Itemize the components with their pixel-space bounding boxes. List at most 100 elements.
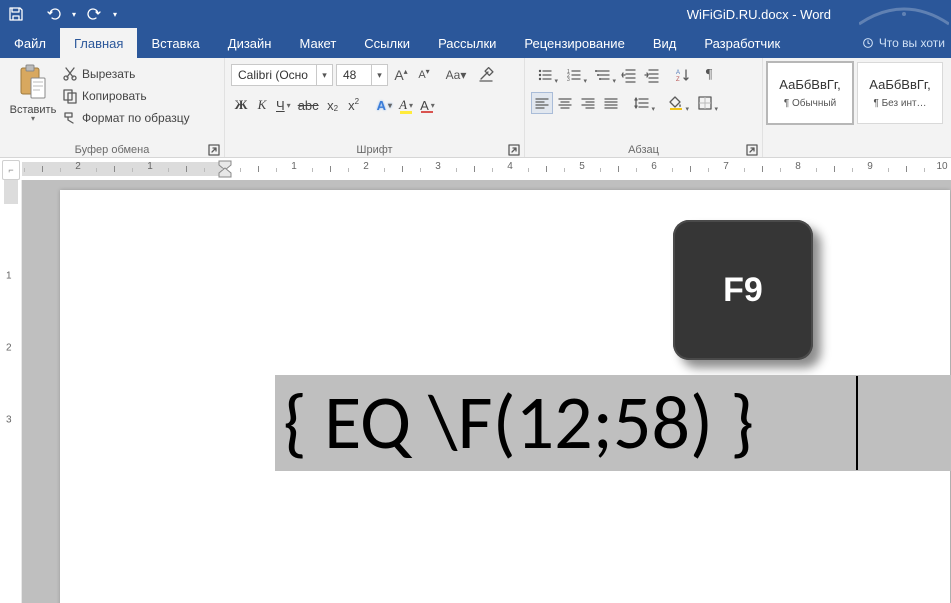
- decoration-arc: [859, 4, 949, 28]
- ribbon: Вставить ▾ Вырезать Копировать Формат по…: [0, 58, 951, 158]
- vruler-num: 3: [6, 415, 12, 426]
- group-clipboard: Вставить ▾ Вырезать Копировать Формат по…: [0, 58, 225, 157]
- document-page[interactable]: F9 { EQ \F(12;58) }: [60, 190, 950, 603]
- ruler-num: 5: [579, 161, 585, 172]
- save-button[interactable]: [4, 3, 28, 25]
- horizontal-ruler[interactable]: 211234567891011: [22, 158, 951, 180]
- sort-button[interactable]: AZ: [669, 64, 697, 86]
- tab-design[interactable]: Дизайн: [214, 28, 286, 58]
- cut-label: Вырезать: [82, 67, 135, 81]
- tell-me-search[interactable]: Что вы хоти: [855, 28, 951, 58]
- tab-view[interactable]: Вид: [639, 28, 691, 58]
- align-center-button[interactable]: [554, 92, 576, 114]
- title-bar: ▾ ▾ WiFiGiD.RU.docx - Word: [0, 0, 951, 28]
- font-size-dropdown[interactable]: ▾: [371, 65, 387, 85]
- shading-button[interactable]: ▾: [662, 92, 690, 114]
- ruler-num: 4: [507, 161, 513, 172]
- justify-button[interactable]: [600, 92, 622, 114]
- ruler-num: 2: [363, 161, 369, 172]
- ruler-num: 9: [867, 161, 873, 172]
- page-area[interactable]: F9 { EQ \F(12;58) }: [22, 180, 951, 603]
- keycap-f9-graphic: F9: [673, 220, 813, 360]
- decrease-indent-button[interactable]: [618, 64, 640, 86]
- format-painter-button[interactable]: Формат по образцу: [60, 108, 192, 128]
- change-case-button[interactable]: Aa▾: [446, 64, 466, 86]
- tab-layout[interactable]: Макет: [285, 28, 350, 58]
- ruler-num: 8: [795, 161, 801, 172]
- tab-file[interactable]: Файл: [0, 28, 60, 58]
- style-normal-name: ¶ Обычный: [784, 98, 836, 109]
- superscript-button[interactable]: x2: [344, 94, 364, 116]
- ruler-num: 2: [75, 161, 81, 172]
- text-effects-button[interactable]: A▾: [374, 94, 395, 116]
- style-nospace-preview: АаБбВвГг,: [869, 77, 930, 92]
- font-size-value: 48: [337, 68, 371, 82]
- strikethrough-button[interactable]: abc: [295, 94, 322, 116]
- text-caret: [856, 376, 858, 470]
- align-right-button[interactable]: [577, 92, 599, 114]
- window-title: WiFiGiD.RU.docx - Word: [687, 7, 831, 22]
- subscript-button[interactable]: x2: [323, 94, 343, 116]
- show-marks-button[interactable]: ¶: [698, 64, 720, 86]
- tab-selector[interactable]: ⌐: [2, 160, 20, 180]
- paste-button[interactable]: Вставить ▾: [6, 62, 60, 140]
- font-dialog-launcher[interactable]: [508, 143, 520, 155]
- work-area: 123 F9 { EQ \F(12;58) }: [0, 180, 951, 603]
- highlight-button[interactable]: A▾: [396, 94, 416, 116]
- group-label-clipboard: Буфер обмена: [0, 144, 224, 156]
- underline-button[interactable]: Ч▾: [273, 94, 294, 116]
- align-left-button[interactable]: [531, 92, 553, 114]
- clipboard-dialog-launcher[interactable]: [208, 143, 220, 155]
- paste-dropdown-arrow[interactable]: ▾: [31, 114, 35, 123]
- first-line-indent-marker[interactable]: [218, 160, 232, 178]
- tab-references[interactable]: Ссылки: [350, 28, 424, 58]
- group-label-paragraph: Абзац: [525, 144, 762, 156]
- style-no-spacing[interactable]: АаБбВвГг, ¶ Без инт…: [857, 62, 943, 124]
- svg-text:Z: Z: [676, 77, 680, 83]
- vruler-num: 1: [6, 271, 12, 282]
- group-paragraph: ▾ 123▾ ▾ AZ ¶ ▾ ▾ ▾ Абзац: [525, 58, 763, 157]
- qat-customize[interactable]: ▾: [108, 3, 122, 25]
- undo-button[interactable]: [42, 3, 66, 25]
- tab-home[interactable]: Главная: [60, 28, 137, 58]
- ruler-num: 3: [435, 161, 441, 172]
- font-size-combo[interactable]: 48 ▾: [336, 64, 388, 86]
- clear-formatting-button[interactable]: [476, 64, 496, 86]
- ruler-num: 1: [291, 161, 297, 172]
- line-spacing-button[interactable]: ▾: [628, 92, 656, 114]
- tab-mailings[interactable]: Рассылки: [424, 28, 510, 58]
- redo-button[interactable]: [82, 3, 106, 25]
- tab-insert[interactable]: Вставка: [137, 28, 213, 58]
- font-name-dropdown[interactable]: ▾: [316, 65, 332, 85]
- copy-label: Копировать: [82, 89, 147, 103]
- field-code-selection[interactable]: { EQ \F(12;58) }: [275, 375, 951, 471]
- italic-button[interactable]: К: [252, 94, 272, 116]
- ruler-num: 6: [651, 161, 657, 172]
- group-font: Calibri (Осно ▾ 48 ▾ A▴ A▾ Aa▾ Ж К Ч▾ ab…: [225, 58, 525, 157]
- cut-button[interactable]: Вырезать: [60, 64, 192, 84]
- bold-button[interactable]: Ж: [231, 94, 251, 116]
- svg-text:A: A: [676, 70, 680, 76]
- ribbon-tabs: Файл Главная Вставка Дизайн Макет Ссылки…: [0, 28, 951, 58]
- tab-developer[interactable]: Разработчик: [690, 28, 794, 58]
- font-color-button[interactable]: A▾: [417, 94, 438, 116]
- paragraph-dialog-launcher[interactable]: [746, 143, 758, 155]
- numbering-button[interactable]: 123▾: [560, 64, 588, 86]
- ruler-num: 7: [723, 161, 729, 172]
- shrink-font-button[interactable]: A▾: [414, 64, 434, 86]
- tab-review[interactable]: Рецензирование: [510, 28, 638, 58]
- font-name-value: Calibri (Осно: [232, 68, 316, 82]
- format-painter-label: Формат по образцу: [82, 111, 190, 125]
- svg-text:3: 3: [567, 77, 570, 83]
- multilevel-button[interactable]: ▾: [589, 64, 617, 86]
- undo-dropdown[interactable]: ▾: [68, 3, 80, 25]
- increase-indent-button[interactable]: [641, 64, 663, 86]
- vertical-ruler[interactable]: 123: [0, 180, 22, 603]
- style-normal[interactable]: АаБбВвГг, ¶ Обычный: [767, 62, 853, 124]
- bullets-button[interactable]: ▾: [531, 64, 559, 86]
- copy-button[interactable]: Копировать: [60, 86, 192, 106]
- grow-font-button[interactable]: A▴: [391, 64, 411, 86]
- group-label-font: Шрифт: [225, 144, 524, 156]
- borders-button[interactable]: ▾: [691, 92, 719, 114]
- font-name-combo[interactable]: Calibri (Осно ▾: [231, 64, 333, 86]
